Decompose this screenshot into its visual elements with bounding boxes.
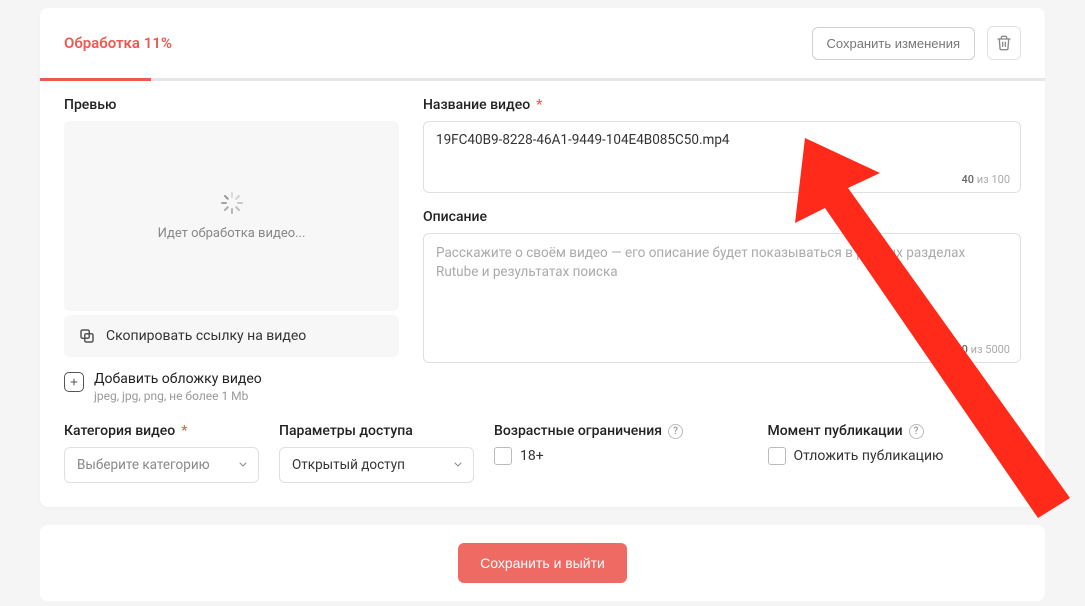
header-row: Обработка 11% Сохранить изменения <box>64 26 1021 78</box>
main-columns: Превью Идет обработка видео... Скопирова… <box>64 81 1021 423</box>
title-counter: 40 из 100 <box>962 173 1010 186</box>
access-select[interactable]: Открытый доступ <box>279 447 474 483</box>
access-label: Параметры доступа <box>279 423 474 439</box>
add-cover-button[interactable]: Добавить обложку видео jpeg, jpg, png, н… <box>64 371 399 403</box>
upload-card: Обработка 11% Сохранить изменения Превью… <box>40 8 1045 507</box>
copy-icon <box>78 327 96 345</box>
category-field: Категория видео* Выберите категорию <box>64 423 259 483</box>
bottom-options: Категория видео* Выберите категорию Пара… <box>64 423 1021 507</box>
publish-label: Момент публикации ? <box>768 423 1022 439</box>
add-cover-label: Добавить обложку видео <box>94 371 262 387</box>
copy-link-label: Скопировать ссылку на видео <box>106 328 306 344</box>
description-counter: 0 из 5000 <box>962 343 1010 356</box>
header-actions: Сохранить изменения <box>812 26 1022 60</box>
publish-checkbox-label: Отложить публикацию <box>794 448 944 464</box>
processing-status: Обработка 11% <box>64 34 172 52</box>
progress-bar <box>40 78 1045 81</box>
save-and-exit-button[interactable]: Сохранить и выйти <box>458 543 627 583</box>
right-column: Название видео* 19FC40B9-8228-46A1-9449-… <box>423 97 1021 403</box>
preview-label: Превью <box>64 97 399 113</box>
progress-fill <box>40 78 151 81</box>
help-icon[interactable]: ? <box>909 424 924 439</box>
add-cover-hint: jpeg, jpg, png, не более 1 Mb <box>94 389 262 403</box>
help-icon[interactable]: ? <box>668 424 683 439</box>
category-select[interactable]: Выберите категорию <box>64 447 259 483</box>
description-input[interactable]: Расскажите о своём видео — его описание … <box>423 233 1021 363</box>
preview-box: Идет обработка видео... <box>64 121 399 311</box>
delete-button[interactable] <box>987 26 1021 60</box>
plus-icon <box>64 372 84 392</box>
spinner-icon <box>221 192 243 214</box>
title-label: Название видео* <box>423 97 1021 113</box>
publish-checkbox-row: Отложить публикацию <box>768 447 1022 465</box>
age-label: Возрастные ограничения ? <box>494 423 748 439</box>
footer-card: Сохранить и выйти <box>40 525 1045 601</box>
category-placeholder: Выберите категорию <box>64 447 259 483</box>
copy-link-button[interactable]: Скопировать ссылку на видео <box>64 315 399 357</box>
category-label: Категория видео* <box>64 423 259 439</box>
publish-checkbox[interactable] <box>768 447 786 465</box>
title-input[interactable]: 19FC40B9-8228-46A1-9449-104E4B085C50.mp4… <box>423 121 1021 193</box>
preview-processing-text: Идет обработка видео... <box>158 226 306 241</box>
access-field: Параметры доступа Открытый доступ <box>279 423 474 483</box>
title-value: 19FC40B9-8228-46A1-9449-104E4B085C50.mp4 <box>436 132 1008 148</box>
save-changes-button[interactable]: Сохранить изменения <box>812 27 976 60</box>
trash-icon <box>996 35 1012 51</box>
age-checkbox[interactable] <box>494 447 512 465</box>
description-placeholder: Расскажите о своём видео — его описание … <box>436 244 1008 282</box>
age-checkbox-row: 18+ <box>494 447 748 465</box>
age-field: Возрастные ограничения ? 18+ <box>494 423 748 465</box>
age-checkbox-label: 18+ <box>520 448 544 464</box>
description-label: Описание <box>423 209 1021 225</box>
publish-field: Момент публикации ? Отложить публикацию <box>768 423 1022 465</box>
add-cover-texts: Добавить обложку видео jpeg, jpg, png, н… <box>94 371 262 403</box>
left-column: Превью Идет обработка видео... Скопирова… <box>64 97 399 403</box>
access-value: Открытый доступ <box>279 447 474 483</box>
